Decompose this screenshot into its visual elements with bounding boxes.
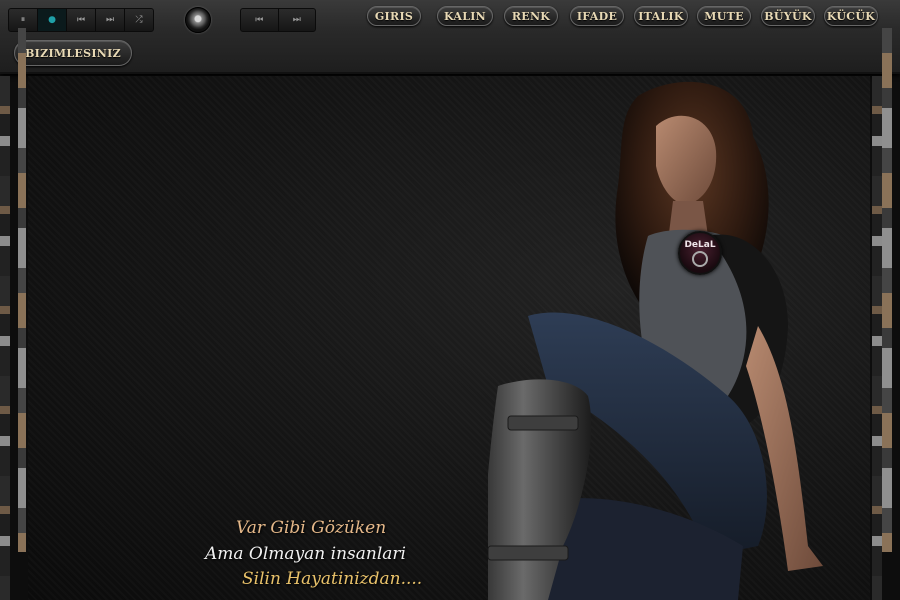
volume-knob-icon[interactable] [185, 7, 211, 33]
delal-logo-badge: DeLaL [678, 231, 722, 275]
next-track-icon[interactable]: ⏭ [279, 9, 316, 31]
mute-button[interactable]: MUTE [697, 6, 751, 26]
media-player: ⏸ ● ⏮ ⏭ ⤮ [8, 8, 154, 32]
italik-button[interactable]: ITALIK [634, 6, 688, 26]
poem-line-1: Var Gibi Gözüken [236, 518, 387, 538]
previous-track-icon[interactable]: ⏮ [241, 9, 279, 31]
giris-button[interactable]: GIRIS [367, 6, 421, 26]
badge-ring-icon [692, 250, 708, 267]
model-photo [488, 81, 823, 600]
play-indicator-icon[interactable]: ● [38, 9, 67, 31]
buyuk-button[interactable]: BÜYÜK [761, 6, 815, 26]
background-stage [28, 76, 870, 600]
kalin-button[interactable]: KALIN [437, 6, 493, 26]
top-toolbar: ⏸ ● ⏮ ⏭ ⤮ ⏮ ⏭ GIRIS KALIN RENK IFADE ITA… [0, 0, 900, 74]
poem-line-3: Silin Hayatinizdan.... [242, 569, 423, 589]
badge-text: DeLaL [684, 239, 716, 250]
poem-line-2: Ama Olmayan insanlari [205, 544, 406, 564]
left-decor-strip-inner [18, 28, 26, 552]
kucuk-button[interactable]: KÜCÜK [824, 6, 878, 26]
ifade-button[interactable]: IFADE [570, 6, 624, 26]
right-decor-strip-inner [882, 28, 892, 552]
previous-icon[interactable]: ⏮ [67, 9, 96, 31]
track-skip-controls: ⏮ ⏭ [240, 8, 316, 32]
right-decor-strip [872, 76, 882, 600]
bizimlesiniz-button[interactable]: BIZIMLESINIZ [14, 40, 132, 66]
next-icon[interactable]: ⏭ [96, 9, 125, 31]
left-decor-strip [0, 76, 10, 600]
renk-button[interactable]: RENK [504, 6, 558, 26]
shuffle-icon[interactable]: ⤮ [125, 9, 153, 31]
